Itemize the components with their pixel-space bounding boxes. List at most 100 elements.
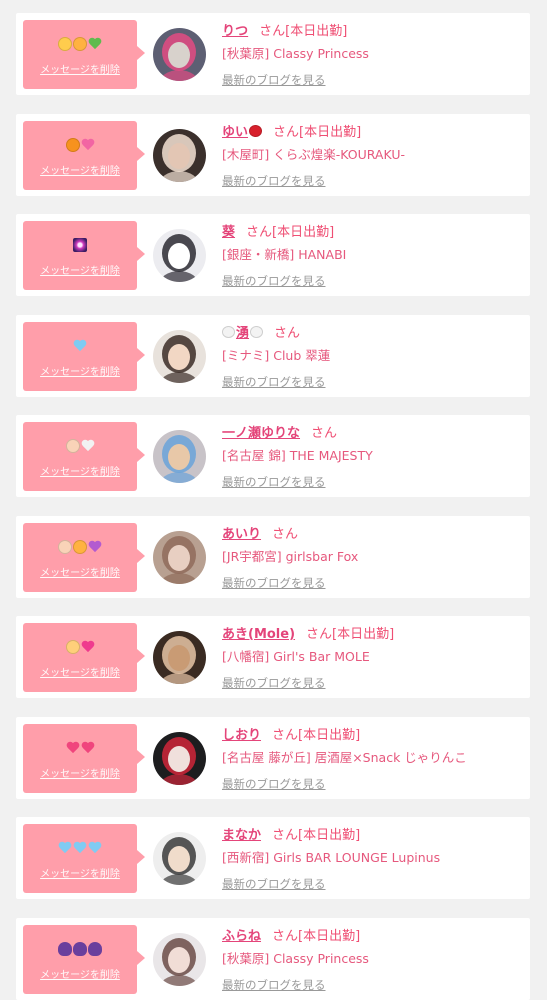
cast-name-line: あき(Mole) さん [本日出勤]	[222, 623, 394, 642]
latest-blog-link[interactable]: 最新のブログを見る	[222, 675, 326, 691]
shop-name: [ミナミ] Club 翠蓮	[222, 348, 331, 363]
latest-blog-link[interactable]: 最新のブログを見る	[222, 273, 326, 289]
cast-name-link[interactable]: 葵	[222, 221, 235, 240]
delete-message-link[interactable]: メッセージを削除	[23, 765, 137, 780]
cast-name-line: 一ノ瀬ゆりな さん	[222, 422, 338, 441]
cherries-icon	[249, 125, 263, 137]
message-bubble: メッセージを削除	[23, 623, 145, 692]
cast-name-link[interactable]: まなか	[222, 824, 261, 843]
bell-icon	[73, 37, 87, 51]
message-bubble: メッセージを削除	[23, 422, 145, 491]
latest-blog-link[interactable]: 最新のブログを見る	[222, 173, 326, 189]
message-emoji-row	[23, 135, 137, 155]
latest-blog-link[interactable]: 最新のブログを見る	[222, 72, 326, 88]
latest-blog-link[interactable]: 最新のブログを見る	[222, 374, 326, 390]
cast-name: りつ	[222, 23, 249, 39]
delete-message-link[interactable]: メッセージを削除	[23, 363, 137, 378]
latest-blog-link[interactable]: 最新のブログを見る	[222, 575, 326, 591]
cast-name: まなか	[222, 827, 262, 843]
cast-name-link[interactable]: ゆい	[222, 121, 263, 140]
pink-heart-icon	[81, 640, 95, 654]
latest-blog-link[interactable]: 最新のブログを見る	[222, 977, 326, 993]
delete-message-link[interactable]: メッセージを削除	[23, 664, 137, 679]
message-bubble: メッセージを削除	[23, 925, 145, 994]
honorific: さん	[274, 325, 301, 341]
shop-name: [名古屋 藤が丘] 居酒屋×Snack じゃりんこ	[222, 750, 467, 765]
white-heart-icon	[81, 439, 95, 453]
cast-avatar[interactable]	[153, 28, 206, 81]
cast-avatar[interactable]	[153, 631, 206, 684]
working-today-badge: [本日出勤]	[298, 727, 361, 743]
delete-message-link[interactable]: メッセージを削除	[23, 162, 137, 177]
message-bubble: メッセージを削除	[23, 221, 145, 290]
message-emoji-row	[23, 436, 137, 456]
jack-o-lantern-icon	[65, 138, 80, 152]
sparkle-icon	[73, 238, 87, 252]
cast-name-link[interactable]: 湧	[222, 322, 264, 341]
honorific: さん	[272, 727, 299, 743]
heart-with-arrow-icon	[81, 741, 95, 755]
cast-avatar[interactable]	[153, 229, 206, 282]
alien-monster-icon	[88, 942, 102, 956]
latest-blog-link[interactable]: 最新のブログを見る	[222, 876, 326, 892]
baby-icon	[58, 540, 72, 554]
rice-ball-icon	[222, 326, 235, 338]
honorific: さん	[272, 526, 299, 542]
purple-heart-icon	[88, 540, 102, 554]
cast-card: メッセージを削除 ゆい さん [本日出勤] [木屋町] くらぶ煌楽-KOURAKU- 最新…	[16, 114, 530, 196]
shop-name: [JR宇都宮] girlsbar Fox	[222, 549, 359, 564]
delete-message-link[interactable]: メッセージを削除	[23, 61, 137, 76]
cast-avatar[interactable]	[153, 933, 206, 986]
cast-name: 一ノ瀬ゆりな	[222, 425, 301, 441]
cast-name-link[interactable]: あき(Mole)	[222, 623, 295, 642]
shop-name: [名古屋 錦] THE MAJESTY	[222, 448, 373, 463]
honorific: さん	[246, 224, 273, 240]
cast-name-link[interactable]: りつ	[222, 20, 248, 39]
cast-name-line: りつ さん [本日出勤]	[222, 20, 348, 39]
cast-name: ふらね	[222, 928, 262, 944]
cast-name-link[interactable]: あいり	[222, 523, 261, 542]
message-emoji-row	[23, 537, 137, 557]
message-bubble: メッセージを削除	[23, 322, 145, 391]
cast-name-line: しおり さん [本日出勤]	[222, 724, 361, 743]
message-emoji-row	[23, 738, 137, 758]
cast-avatar[interactable]	[153, 330, 206, 383]
shop-name: [八幡宿] Girl's Bar MOLE	[222, 649, 370, 664]
cast-name-link[interactable]: ふらね	[222, 925, 261, 944]
cast-name-link[interactable]: しおり	[222, 724, 261, 743]
rice-ball-icon	[250, 326, 264, 338]
cast-card: メッセージを削除 ふらね さん [本日出勤] [秋葉原] Classy Princess…	[16, 918, 530, 1000]
heart-with-arrow-icon	[66, 741, 80, 755]
latest-blog-link[interactable]: 最新のブログを見る	[222, 776, 326, 792]
honorific: さん	[259, 23, 286, 39]
delete-message-link[interactable]: メッセージを削除	[23, 463, 137, 478]
message-emoji-row	[23, 34, 137, 54]
delete-message-link[interactable]: メッセージを削除	[23, 262, 137, 277]
latest-blog-link[interactable]: 最新のブログを見る	[222, 474, 326, 490]
sparkling-heart-icon	[81, 138, 95, 152]
baby-angel-icon	[65, 640, 80, 654]
delete-message-link[interactable]: メッセージを削除	[23, 966, 137, 981]
shop-name: [銀座・新橋] HANABI	[222, 247, 347, 262]
message-emoji-row	[23, 336, 137, 356]
cast-name-line: ゆい さん [本日出勤]	[222, 121, 362, 140]
cast-avatar[interactable]	[153, 531, 206, 584]
cast-name-link[interactable]: 一ノ瀬ゆりな	[222, 422, 300, 441]
honorific: さん	[272, 827, 299, 843]
honorific: さん	[311, 425, 338, 441]
message-bubble: メッセージを削除	[23, 20, 145, 89]
cast-name-line: まなか さん [本日出勤]	[222, 824, 360, 843]
cast-avatar[interactable]	[153, 732, 206, 785]
message-emoji-row	[23, 637, 137, 657]
honorific: さん	[273, 124, 300, 140]
working-today-badge: [本日出勤]	[299, 124, 362, 140]
cast-avatar[interactable]	[153, 430, 206, 483]
cast-avatar[interactable]	[153, 832, 206, 885]
cast-avatar[interactable]	[153, 129, 206, 182]
cast-name: 湧	[236, 325, 250, 341]
cast-card: メッセージを削除 あいり さん [JR宇都宮] girlsbar Fox 最新のブログを…	[16, 516, 530, 598]
working-today-badge: [本日出勤]	[285, 23, 348, 39]
delete-message-link[interactable]: メッセージを削除	[23, 865, 137, 880]
delete-message-link[interactable]: メッセージを削除	[23, 564, 137, 579]
cast-name: あき(Mole)	[222, 626, 296, 642]
